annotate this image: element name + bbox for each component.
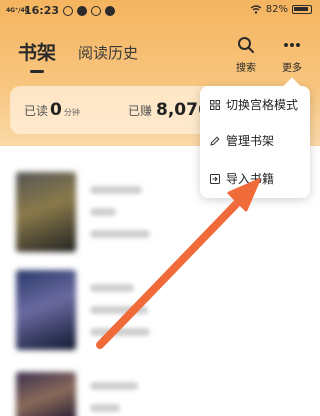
- more-button[interactable]: 更多: [277, 36, 307, 74]
- book-meta-placeholder: [90, 404, 120, 412]
- status-bar: 4G⁺/4G 16:23 82%: [0, 0, 320, 22]
- tab-reading-history[interactable]: 阅读历史: [78, 42, 138, 65]
- grid-icon: [210, 99, 220, 110]
- more-popup-menu: 切换宫格模式 管理书架 导入书籍: [200, 86, 310, 198]
- notification-icon: [91, 5, 102, 16]
- book-cover[interactable]: [16, 372, 76, 416]
- book-cover[interactable]: [16, 270, 76, 350]
- book-meta-placeholder: [90, 328, 150, 336]
- book-title-placeholder: [90, 382, 138, 390]
- search-button[interactable]: 搜索: [231, 36, 261, 74]
- book-meta-placeholder: [90, 208, 116, 216]
- more-dots-icon: [284, 43, 300, 47]
- menu-item-manage-shelf[interactable]: 管理书架: [210, 132, 274, 149]
- search-icon: [238, 37, 254, 53]
- menu-item-grid-mode[interactable]: 切换宫格模式: [210, 96, 298, 113]
- battery-icon: [292, 5, 312, 14]
- earned-stat: 已赚 8,076: [128, 100, 210, 120]
- book-meta-placeholder: [90, 306, 148, 314]
- read-time-value: 0: [50, 100, 62, 120]
- header-tabs: 书架 阅读历史: [18, 38, 138, 73]
- tab-indicator: [30, 70, 44, 73]
- menu-item-import-books[interactable]: 导入书籍: [210, 170, 274, 187]
- battery-percent: 82%: [265, 4, 288, 15]
- more-label: 更多: [282, 63, 302, 74]
- notification-icon: [77, 5, 88, 16]
- notification-icon: [105, 5, 116, 16]
- book-meta-placeholder: [90, 230, 150, 238]
- status-time: 16:23: [24, 4, 60, 17]
- read-time-stat: 已读 0 分钟: [24, 100, 80, 120]
- search-label: 搜索: [236, 63, 256, 74]
- pencil-icon: [210, 135, 220, 146]
- book-title-placeholder: [90, 186, 142, 194]
- network-indicator: 4G⁺/4G: [6, 6, 30, 14]
- tab-bookshelf[interactable]: 书架: [18, 38, 56, 73]
- book-title-placeholder: [90, 284, 134, 292]
- wifi-icon: [250, 5, 262, 14]
- notification-icon: [63, 5, 74, 16]
- import-icon: [210, 173, 220, 184]
- book-cover[interactable]: [16, 172, 76, 252]
